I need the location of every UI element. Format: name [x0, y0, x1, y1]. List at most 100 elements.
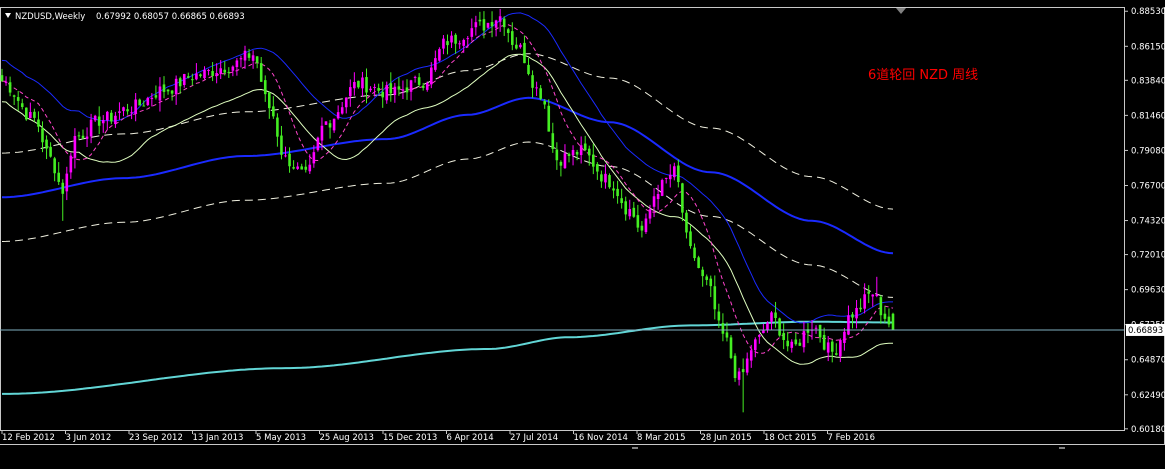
candle-body: [579, 145, 583, 156]
candle-body: [466, 38, 470, 40]
candle-body: [150, 97, 154, 100]
candle-body: [20, 103, 24, 107]
candle-body: [608, 175, 611, 188]
candle-body: [543, 101, 546, 105]
candle-body: [316, 137, 320, 151]
x-tick-label: 27 Jul 2014: [510, 433, 558, 443]
candle-body: [705, 276, 708, 280]
candle-body: [754, 339, 757, 351]
candle-body: [887, 316, 891, 325]
candle-body: [697, 257, 700, 269]
candle-body: [725, 332, 729, 338]
candle-body: [644, 218, 648, 233]
chart-shift-marker-icon[interactable]: [896, 8, 906, 14]
candle-body: [814, 327, 818, 329]
candle-body: [219, 68, 222, 74]
price-chart[interactable]: 0.88530 0.86150 0.83840 0.81460 0.79080 0.767…: [0, 0, 1165, 465]
candle-body: [523, 42, 526, 64]
candle-body: [867, 291, 870, 294]
candle-body: [749, 350, 753, 361]
candle-body: [57, 172, 60, 182]
candle-body: [413, 76, 417, 78]
candle-body: [843, 331, 846, 343]
candle-body: [365, 77, 368, 93]
candle-body: [822, 334, 826, 350]
candle-body: [227, 71, 231, 73]
candle-body: [377, 87, 380, 91]
candle-body: [304, 166, 308, 170]
candle-body: [604, 173, 607, 183]
candle-body: [231, 66, 235, 71]
candle-body: [300, 166, 303, 170]
x-tick-label: 6 Apr 2014: [447, 433, 494, 443]
candle-body: [486, 22, 490, 28]
candle-body: [187, 76, 190, 78]
candle-body: [409, 80, 413, 92]
candle-body: [130, 112, 133, 114]
y-tick-label: 0.60180: [1131, 425, 1165, 435]
candle-body: [664, 177, 668, 179]
candle-body: [16, 97, 20, 101]
candle-body: [612, 188, 615, 191]
candle-body: [786, 340, 789, 347]
ohlc-readout: 0.67992 0.68057 0.66865 0.66893: [96, 12, 245, 22]
candle-body: [405, 87, 409, 93]
y-tick-label: 0.69630: [1131, 286, 1165, 296]
candle-body: [170, 90, 174, 94]
candle-body: [292, 167, 295, 169]
candle-body: [263, 80, 267, 95]
candle-body: [397, 86, 401, 90]
candle-body: [421, 85, 425, 88]
candle-body: [174, 78, 178, 95]
chart-window[interactable]: 0.88530 0.86150 0.83840 0.81460 0.79080 0.767…: [0, 0, 1165, 465]
candle-body: [134, 99, 137, 114]
candle-body: [624, 201, 627, 215]
outer-envelope-lower: [1, 141, 894, 298]
x-tick-label: 25 Aug 2013: [320, 433, 374, 443]
candle-body: [361, 77, 364, 89]
candle-body: [296, 166, 299, 169]
candle-body: [247, 53, 251, 58]
candle-body: [357, 80, 360, 88]
candle-body: [4, 81, 8, 84]
candle-body: [478, 19, 482, 22]
candle-body: [770, 312, 773, 322]
dropdown-triangle-icon[interactable]: [5, 13, 11, 18]
candle-body: [640, 225, 644, 231]
candle-body: [288, 153, 291, 167]
y-tick-label: 0.79080: [1131, 146, 1165, 156]
candle-body: [114, 115, 117, 125]
candle-body: [506, 29, 510, 33]
candle-body: [73, 135, 77, 158]
candle-body: [29, 111, 32, 119]
x-tick-label: 5 May 2013: [256, 433, 306, 443]
candle-body: [802, 331, 806, 348]
candle-body: [721, 323, 725, 334]
candle-body: [531, 75, 534, 88]
candle-body: [166, 89, 170, 92]
candle-body: [798, 342, 802, 346]
candle-body: [632, 207, 636, 217]
y-tick-label: 0.88530: [1131, 7, 1165, 17]
candle-body: [195, 73, 198, 80]
candle-body: [324, 121, 328, 125]
candle-body: [110, 112, 113, 122]
candle-body: [863, 294, 866, 309]
candle-body: [563, 153, 567, 169]
y-tick-label: 0.64870: [1131, 356, 1165, 366]
candle-body: [393, 86, 397, 96]
candle-body: [713, 286, 717, 310]
candle-body: [8, 82, 12, 93]
candle-body: [454, 34, 457, 44]
candle-body: [434, 58, 437, 70]
candle-body: [774, 312, 777, 319]
candle-body: [482, 19, 486, 31]
candle-body: [660, 180, 664, 196]
candle-body: [336, 112, 340, 119]
inner-envelope-upper: [1, 12, 893, 324]
candle-body: [122, 107, 125, 112]
candle-body: [648, 209, 652, 219]
x-tick-label: 16 Nov 2014: [574, 433, 628, 443]
candle-body: [353, 82, 356, 89]
candle-body: [462, 39, 465, 46]
